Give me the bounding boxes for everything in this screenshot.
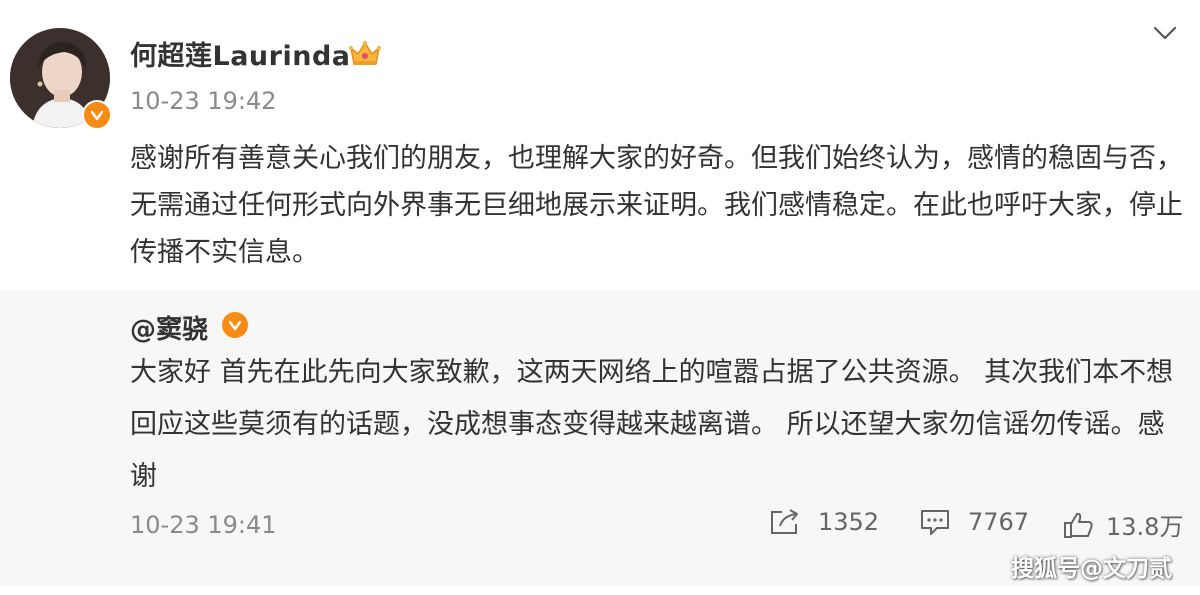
post-text: 感谢所有善意关心我们的朋友，也理解大家的好奇。但我们始终认为，感情的稳固与否，无… <box>130 143 1183 268</box>
watermark: 搜狐号@文刀贰 <box>1011 556 1172 582</box>
post-timestamp[interactable]: 10-23 19:42 <box>130 87 277 115</box>
chevron-down-icon[interactable] <box>1150 22 1180 44</box>
share-button[interactable]: 1352 <box>768 507 879 537</box>
repost-text: 大家好 首先在此先向大家致歉，这两天网络上的喧嚣占据了公共资源。 其次我们本不想… <box>130 357 1174 492</box>
share-count: 1352 <box>818 508 880 536</box>
thumbs-up-icon <box>1064 512 1093 538</box>
comment-icon <box>921 510 949 535</box>
repost-author[interactable]: @窦骁 <box>130 309 208 346</box>
comment-button[interactable]: 7767 <box>918 507 1029 537</box>
crown-icon <box>349 41 381 65</box>
weibo-post: 何超莲Laurinda 10-23 19:42 感谢所有善意关心我们的朋友，也理… <box>0 0 1200 595</box>
reposted-post[interactable]: @窦骁 大家好 首先在此先向大家致歉，这两天网络上的喧嚣占据了公共资源。 其次我… <box>0 291 1200 586</box>
like-count: 13.8万 <box>1106 513 1184 541</box>
like-button[interactable]: 13.8万 <box>1062 507 1183 542</box>
comment-count: 7767 <box>968 508 1030 536</box>
share-icon <box>771 509 798 534</box>
author-name[interactable]: 何超莲Laurinda <box>130 34 351 73</box>
action-bar: 1352 7767 13.8万 <box>0 507 1200 547</box>
verified-v-icon <box>82 100 112 130</box>
verified-v-icon <box>222 312 248 338</box>
